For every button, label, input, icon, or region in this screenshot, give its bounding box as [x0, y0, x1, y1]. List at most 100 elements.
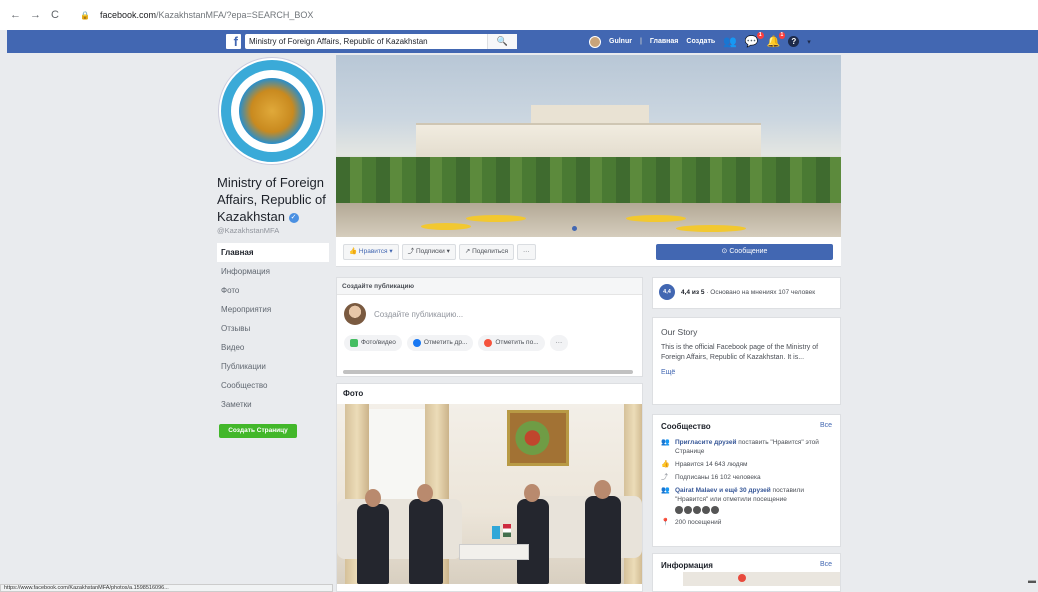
likes-row: 👍 Нравится 14 643 людям [653, 458, 840, 471]
person-head [524, 484, 540, 502]
page-action-bar: 👍 Нравится ▾ ⤴ Подписки ▾ ↗ Поделиться ·… [336, 237, 841, 267]
more-options-button[interactable]: ··· [549, 335, 569, 351]
friends-link[interactable]: Qairat Malaev и ещё 30 друзей [675, 487, 771, 494]
nav-item-videos[interactable]: Видео [217, 338, 329, 357]
photo-meeting[interactable] [337, 404, 642, 584]
follow-icon: ⤴ [661, 474, 668, 481]
location-pin-icon [484, 339, 493, 347]
nav-item-community[interactable]: Сообщество [217, 376, 329, 395]
nav-item-posts[interactable]: Публикации [217, 357, 329, 376]
avatar[interactable] [711, 506, 719, 514]
checkin-button[interactable]: Отметить по... [478, 335, 545, 351]
follow-button[interactable]: ⤴ Подписки ▾ [401, 244, 456, 260]
lock-icon: 🔒 [80, 10, 90, 20]
map[interactable] [683, 572, 840, 586]
page-profile-picture[interactable] [219, 58, 325, 164]
story-more-link[interactable]: Ещё [653, 363, 840, 382]
map-pin-icon [738, 574, 746, 582]
likes-count: Нравится 14 643 людям [675, 461, 748, 468]
composer-actions: Фото/видео Отметить др... Отметить по...… [337, 335, 642, 351]
info-card: Информация Все [652, 553, 841, 592]
more-button[interactable]: ··· [517, 244, 536, 260]
follows-count: Подписаны 16 102 человека [675, 474, 761, 481]
tag-friends-label: Отметить др... [423, 339, 468, 346]
messages-icon[interactable]: 💬 1 [745, 32, 764, 48]
avatar[interactable] [693, 506, 701, 514]
create-link[interactable]: Создать [686, 38, 715, 45]
person [357, 504, 389, 584]
notifications-icon[interactable]: 🔔 1 [767, 32, 786, 48]
trees [336, 157, 841, 207]
help-icon[interactable]: ? [788, 36, 800, 47]
address-bar[interactable]: facebook.com/KazakhstanMFA/?epa=SEARCH_B… [100, 10, 313, 20]
like-button[interactable]: 👍 Нравится ▾ [343, 244, 399, 260]
photo-video-label: Фото/видео [361, 339, 396, 346]
forward-icon[interactable]: → [30, 9, 41, 21]
invite-icon: 👥 [661, 439, 670, 446]
messages-badge: 1 [756, 32, 764, 39]
info-see-all-link[interactable]: Все [820, 561, 832, 570]
coffee-table [459, 544, 529, 560]
notifications-badge: 1 [778, 32, 786, 39]
visits-row: 📍 200 посещений [653, 516, 840, 529]
like-icon: 👍 [661, 461, 670, 468]
info-title: Информация [661, 561, 713, 570]
cover-indicator-dot [572, 226, 577, 231]
browser-toolbar: ← → C 🔒 facebook.com/KazakhstanMFA/?epa=… [0, 0, 1038, 30]
person-head [594, 480, 611, 499]
nav-item-info[interactable]: Информация [217, 262, 329, 281]
emblem-icon [239, 78, 305, 144]
cover-photo[interactable] [336, 55, 841, 237]
reload-icon[interactable]: C [50, 9, 60, 21]
plaza [336, 203, 841, 237]
horizontal-scrollbar[interactable] [343, 370, 633, 374]
nav-item-reviews[interactable]: Отзывы [217, 319, 329, 338]
back-icon[interactable]: ← [10, 9, 21, 21]
flowerbed [676, 225, 746, 232]
avatar[interactable] [675, 506, 683, 514]
page-nav-menu: Главная Информация Фото Мероприятия Отзы… [217, 243, 329, 414]
composer-placeholder[interactable]: Создайте публикацию... [374, 310, 463, 319]
page-handle[interactable]: @KazakhstanMFA [217, 226, 329, 235]
avatar[interactable] [702, 506, 710, 514]
community-see-all-link[interactable]: Все [820, 422, 832, 431]
create-post-header: Создайте публикацию [337, 278, 642, 295]
flowerbed [466, 215, 526, 222]
search-button[interactable]: 🔍 [487, 34, 517, 49]
send-message-button[interactable]: ⊙ Сообщение [656, 244, 833, 260]
nav-item-notes[interactable]: Заметки [217, 395, 329, 414]
share-button[interactable]: ↗ Поделиться [458, 244, 514, 260]
nav-item-photos[interactable]: Фото [217, 281, 329, 300]
invite-row: 👥 Пригласите друзей поставить "Нравится" … [653, 436, 840, 458]
rating-desc: · Основано на мнениях 107 человек [706, 288, 816, 296]
friends-icon: 👥 [661, 487, 670, 494]
friend-requests-icon[interactable]: 👥 [723, 35, 737, 48]
rating-card[interactable]: 4,4 4,4 из 5 · Основано на мнениях 107 ч… [652, 277, 841, 309]
page-title: Ministry of Foreign Affairs, Republic of… [217, 174, 329, 225]
search-input[interactable] [245, 35, 485, 48]
home-link[interactable]: Главная [650, 38, 678, 45]
create-page-button[interactable]: Создать Страницу [219, 424, 297, 438]
location-icon: 📍 [661, 519, 670, 526]
nav-item-home[interactable]: Главная [217, 243, 329, 262]
user-avatar[interactable] [589, 35, 601, 48]
account-menu-icon[interactable]: ▾ [807, 38, 811, 46]
search-box[interactable]: 🔍 [245, 34, 517, 49]
nav-item-events[interactable]: Мероприятия [217, 300, 329, 319]
follows-row: ⤴ Подписаны 16 102 человека [653, 471, 840, 484]
user-name-link[interactable]: Gulnur [609, 38, 632, 45]
left-column: Ministry of Foreign Affairs, Republic of… [217, 58, 329, 438]
facebook-logo-icon[interactable]: f [226, 34, 241, 49]
photo-video-button[interactable]: Фото/видео [344, 335, 402, 351]
person [409, 499, 443, 584]
top-bar-right: Gulnur | Главная Создать 👥 💬 1 🔔 1 ? ▾ [589, 32, 811, 48]
rating-row: 4,4 4,4 из 5 · Основано на мнениях 107 ч… [653, 278, 840, 306]
scroll-corner-icon: ▬ [1028, 576, 1036, 585]
photos-header[interactable]: Фото [337, 384, 642, 403]
tag-friends-button[interactable]: Отметить др... [406, 335, 474, 351]
building-tower [531, 105, 649, 125]
create-post-composer[interactable]: Создайте публикацию... [337, 295, 642, 333]
person-head [417, 484, 433, 502]
invite-friends-link[interactable]: Пригласите друзей [675, 439, 736, 446]
avatar[interactable] [684, 506, 692, 514]
